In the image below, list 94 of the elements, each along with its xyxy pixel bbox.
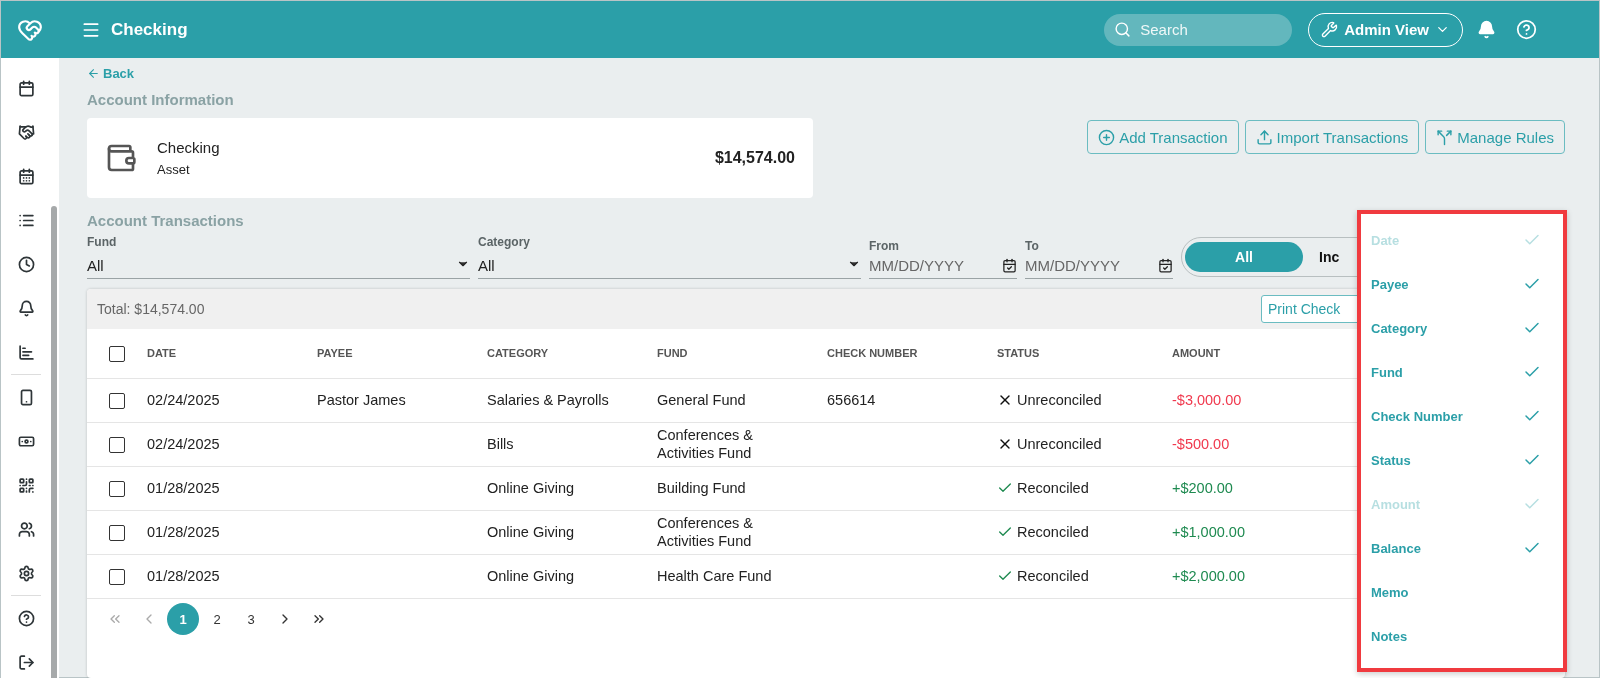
users-icon — [17, 520, 35, 538]
column-header: CHECK NUMBER — [827, 346, 918, 361]
column-menu-item[interactable]: Payee — [1369, 262, 1543, 306]
settings-icon — [17, 564, 35, 582]
table-cell: 01/28/2025 — [147, 479, 220, 498]
column-header: STATUS — [997, 346, 1040, 361]
status-text: Reconciled — [1017, 479, 1089, 498]
upload-icon — [1255, 128, 1273, 146]
table-cell: Online Giving — [487, 523, 575, 542]
table-cell: Online Giving — [487, 567, 575, 586]
status-text: Reconciled — [1017, 567, 1089, 586]
table-cell: Pastor James — [317, 391, 406, 410]
arrow-left-icon — [87, 67, 100, 80]
calendar-icon — [17, 79, 35, 97]
select-all-checkbox[interactable] — [109, 345, 125, 362]
status-text: Reconciled — [1017, 523, 1089, 542]
table-cell: Building Fund — [657, 479, 746, 498]
toggle-option[interactable]: All — [1185, 242, 1303, 272]
search-field[interactable]: Search — [1104, 13, 1293, 46]
account-type: Asset — [157, 162, 191, 177]
date-field[interactable]: To MM/DD/YYYY — [1025, 239, 1173, 279]
qr-code-icon — [17, 476, 35, 494]
search-icon — [1114, 21, 1132, 38]
select-field[interactable]: Fund All — [87, 235, 470, 279]
table-cell: 02/24/2025 — [147, 435, 220, 454]
calendar-icon — [1158, 258, 1173, 273]
column-menu-item[interactable]: Status — [1369, 438, 1543, 482]
table-cell: 02/24/2025 — [147, 391, 220, 410]
date-field[interactable]: From MM/DD/YYYY — [869, 239, 1017, 279]
calendar-grid-icon — [17, 167, 35, 185]
account-balance: $14,574.00 — [714, 149, 795, 167]
row-checkbox[interactable] — [109, 524, 125, 541]
bar-chart-icon — [17, 343, 35, 361]
page-button[interactable]: 3 — [235, 603, 267, 635]
column-header: FUND — [657, 346, 688, 361]
row-checkbox[interactable] — [109, 436, 125, 453]
section-heading: Account Transactions — [87, 212, 245, 229]
date-input[interactable]: MM/DD/YYYY — [1025, 257, 1145, 274]
column-header: CATEGORY — [487, 346, 549, 361]
page-title: Checking — [111, 19, 189, 40]
table-cell-text: Conferences & Activities Fund — [657, 427, 754, 462]
table-cell: General Fund — [657, 391, 746, 410]
toggle-option[interactable]: Inc — [1315, 242, 1344, 272]
page-button[interactable]: 2 — [201, 603, 233, 635]
column-header: PAYEE — [317, 346, 353, 361]
bell-icon — [1477, 20, 1496, 39]
notifications-button[interactable] — [1477, 20, 1496, 39]
table-cell: 01/28/2025 — [147, 523, 220, 542]
table-cell: 01/28/2025 — [147, 567, 220, 586]
amount-text: +$200.00 — [1172, 479, 1233, 498]
table-cell: Salaries & Payrolls — [487, 391, 609, 410]
column-menu-item[interactable]: Memo — [1369, 570, 1543, 614]
page-button[interactable]: 1 — [167, 603, 199, 635]
amount-text: +$1,000.00 — [1172, 523, 1245, 542]
total-text: Total: $14,574.00 — [97, 301, 205, 317]
action-button[interactable]: Add Transaction — [1087, 120, 1239, 154]
row-checkbox[interactable] — [109, 480, 125, 497]
split-arrow-icon — [1436, 128, 1454, 146]
row-checkbox[interactable] — [109, 392, 125, 409]
help-icon — [17, 609, 35, 627]
search-input[interactable]: Search — [1138, 20, 1279, 39]
section-heading: Account Information — [87, 91, 235, 108]
column-menu-item[interactable]: Category — [1369, 306, 1543, 350]
back-link[interactable]: Back — [87, 66, 135, 81]
logout-icon — [17, 653, 35, 671]
table-cell: Online Giving — [487, 479, 575, 498]
table-cell-text: Conferences & Activities Fund — [657, 515, 754, 550]
clock-icon — [17, 255, 35, 273]
scrollbar-thumb[interactable] — [51, 206, 57, 678]
column-header: DATE — [147, 346, 177, 361]
amount-text: -$500.00 — [1172, 435, 1230, 454]
status-text: Unreconciled — [1017, 435, 1102, 454]
plus-circle-icon — [1098, 128, 1116, 146]
column-menu-item[interactable]: Balance — [1369, 526, 1543, 570]
column-menu-item[interactable]: Check Number — [1369, 394, 1543, 438]
select-field[interactable]: Category All — [478, 235, 861, 279]
column-menu-item[interactable]: Notes — [1369, 614, 1543, 658]
action-button[interactable]: Manage Rules — [1425, 120, 1565, 154]
handshake-icon — [17, 123, 35, 141]
amount-text: +$2,000.00 — [1172, 567, 1245, 586]
table-cell: 656614 — [827, 391, 876, 410]
table-cell: Bills — [487, 435, 514, 454]
date-input[interactable]: MM/DD/YYYY — [869, 257, 989, 274]
amount-text: -$3,000.00 — [1172, 391, 1242, 410]
status-text: Unreconciled — [1017, 391, 1102, 410]
help-icon — [1516, 19, 1537, 40]
column-menu-item[interactable]: Fund — [1369, 350, 1543, 394]
row-checkbox[interactable] — [109, 568, 125, 585]
calendar-icon — [1002, 258, 1017, 273]
account-name: Checking — [157, 139, 220, 156]
column-header: AMOUNT — [1172, 346, 1221, 361]
bell-icon — [17, 299, 35, 317]
table-cell: Health Care Fund — [657, 567, 772, 586]
action-button[interactable]: Import Transactions — [1244, 120, 1420, 154]
